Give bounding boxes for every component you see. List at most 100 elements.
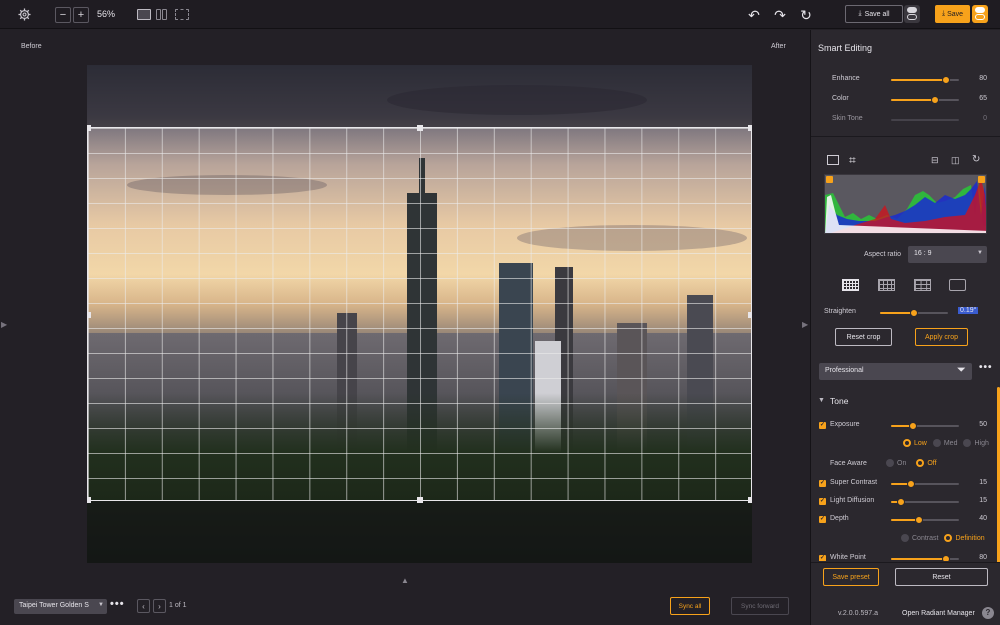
slider-knob[interactable] bbox=[915, 516, 923, 524]
bottom-bar: Taipei Tower Golden S ▼ ••• ‹ › 1 of 1 S… bbox=[0, 594, 810, 625]
crop-handle[interactable] bbox=[748, 312, 752, 318]
download-icon: ⤓ bbox=[941, 10, 946, 17]
chevron-down-icon: ▼ bbox=[977, 250, 983, 256]
aspect-ratio-select[interactable]: 16 : 9 ▼ bbox=[908, 246, 987, 263]
exposure-slider[interactable]: ✓ Exposure 50 bbox=[811, 420, 1000, 432]
more-options-icon[interactable]: ••• bbox=[110, 598, 125, 610]
top-toolbar: − + 56% ↶ ↷ ↻ ⤓ Save all ⤓ Save bbox=[0, 0, 1000, 29]
crop-handle[interactable] bbox=[87, 125, 91, 131]
before-label: Before bbox=[21, 43, 42, 50]
crop-handle[interactable] bbox=[748, 497, 752, 503]
refresh-icon[interactable]: ↻ bbox=[797, 6, 815, 24]
crop-handle[interactable] bbox=[417, 497, 423, 503]
grid-dense-icon[interactable] bbox=[842, 279, 859, 291]
right-panel-toggle-icon[interactable]: ▶ bbox=[802, 320, 808, 329]
save-toggle[interactable] bbox=[972, 5, 988, 23]
left-panel-toggle-icon[interactable]: ▶ bbox=[1, 320, 7, 329]
slider-knob[interactable] bbox=[907, 480, 915, 488]
slider-knob[interactable] bbox=[897, 498, 905, 506]
undo-icon[interactable]: ↶ bbox=[745, 6, 763, 24]
image-icon[interactable] bbox=[827, 155, 839, 165]
checkbox[interactable]: ✓ bbox=[819, 422, 826, 429]
color-slider[interactable]: Color 65 bbox=[811, 94, 1000, 106]
zoom-in-button[interactable]: + bbox=[73, 7, 89, 23]
grid-thirds-icon[interactable] bbox=[914, 279, 931, 291]
crop-handle[interactable] bbox=[87, 497, 91, 503]
radio-contrast[interactable]: Contrast bbox=[901, 534, 938, 542]
after-label: After bbox=[771, 43, 786, 50]
redo-icon[interactable]: ↷ bbox=[771, 6, 789, 24]
save-preset-button[interactable]: Save preset bbox=[823, 568, 879, 586]
sync-all-button[interactable]: Sync all bbox=[670, 597, 710, 615]
white-point-slider[interactable]: ✓ White Point 80 bbox=[811, 553, 1000, 561]
single-view-icon[interactable] bbox=[137, 9, 151, 20]
crop-handle[interactable] bbox=[748, 125, 752, 131]
radio-med[interactable]: Med bbox=[932, 439, 957, 447]
slider-knob[interactable] bbox=[942, 555, 950, 561]
slider-knob[interactable] bbox=[909, 422, 917, 430]
checkbox[interactable]: ✓ bbox=[819, 480, 826, 487]
light-diffusion-slider[interactable]: ✓ Light Diffusion 15 bbox=[811, 496, 1000, 508]
reset-button[interactable]: Reset bbox=[895, 568, 988, 586]
file-select[interactable]: Taipei Tower Golden S ▼ bbox=[14, 599, 107, 614]
version-label: v.2.0.0.597.a bbox=[838, 610, 878, 617]
aspect-ratio-label: Aspect ratio bbox=[864, 251, 901, 258]
enhance-slider[interactable]: Enhance 80 bbox=[811, 74, 1000, 86]
save-all-toggle[interactable] bbox=[904, 5, 920, 23]
sync-forward-button[interactable]: Sync forward bbox=[731, 597, 789, 615]
radio-definition[interactable]: Definition bbox=[944, 534, 985, 542]
slider-knob[interactable] bbox=[931, 96, 939, 104]
reset-crop-button[interactable]: Reset crop bbox=[835, 328, 892, 346]
filter-icon[interactable]: ⏷ bbox=[957, 364, 966, 377]
next-image-button[interactable]: › bbox=[153, 599, 166, 613]
slider-knob[interactable] bbox=[942, 76, 950, 84]
radio-low[interactable]: Low bbox=[903, 439, 927, 447]
face-aware-options: On Off bbox=[886, 459, 937, 467]
zoom-out-button[interactable]: − bbox=[55, 7, 71, 23]
apply-crop-button[interactable]: Apply crop bbox=[915, 328, 968, 346]
chevron-down-icon[interactable]: ▼ bbox=[818, 397, 825, 404]
gear-icon[interactable] bbox=[17, 7, 31, 21]
split-view-right-icon[interactable] bbox=[162, 9, 167, 20]
tone-title[interactable]: Tone bbox=[830, 396, 848, 406]
super-contrast-slider[interactable]: ✓ Super Contrast 15 bbox=[811, 478, 1000, 490]
save-button[interactable]: ⤓ Save bbox=[935, 5, 970, 23]
filmstrip-toggle-icon[interactable]: ▲ bbox=[401, 576, 409, 585]
photo-preview[interactable] bbox=[87, 65, 752, 563]
slider-knob[interactable] bbox=[910, 309, 918, 317]
radio-high[interactable]: High bbox=[963, 439, 989, 447]
crop-handle[interactable] bbox=[87, 312, 91, 318]
split-view-left-icon[interactable] bbox=[156, 9, 161, 20]
help-icon[interactable]: ? bbox=[982, 607, 994, 619]
crop-icon[interactable]: ⌗ bbox=[849, 153, 856, 168]
histogram bbox=[824, 174, 987, 234]
preset-select[interactable]: Professional bbox=[819, 363, 972, 380]
flip-horizontal-icon[interactable]: ◫ bbox=[951, 155, 960, 166]
depth-mode-options: Contrast Definition bbox=[901, 534, 985, 542]
shadow-clip-indicator[interactable] bbox=[826, 176, 833, 183]
crop-handle[interactable] bbox=[417, 125, 423, 131]
straighten-slider[interactable]: Straighten 0.19° bbox=[811, 307, 1000, 319]
exposure-level-options: Low Med High bbox=[903, 439, 989, 447]
download-icon: ⤓ bbox=[858, 10, 862, 17]
zoom-level: 56% bbox=[97, 9, 116, 19]
checkbox[interactable]: ✓ bbox=[819, 498, 826, 505]
image-canvas: Before After ▶ ▶ ▲ bbox=[0, 30, 810, 594]
previous-image-button[interactable]: ‹ bbox=[137, 599, 150, 613]
radio-on[interactable]: On bbox=[886, 459, 906, 467]
skin-tone-slider[interactable]: Skin Tone 0 bbox=[811, 114, 1000, 126]
radio-off[interactable]: Off bbox=[916, 459, 937, 467]
depth-slider[interactable]: ✓ Depth 40 bbox=[811, 514, 1000, 526]
rotate-icon[interactable]: ↻ bbox=[972, 154, 980, 165]
save-all-button[interactable]: ⤓ Save all bbox=[845, 5, 903, 23]
golden-ratio-icon[interactable] bbox=[949, 279, 966, 291]
checkbox[interactable]: ✓ bbox=[819, 516, 826, 523]
flip-vertical-icon[interactable]: ⊟ bbox=[931, 155, 939, 166]
crop-frame[interactable] bbox=[87, 125, 752, 503]
more-options-icon[interactable]: ••• bbox=[979, 362, 993, 373]
grid-quarters-icon[interactable] bbox=[878, 279, 895, 291]
highlight-clip-indicator[interactable] bbox=[978, 176, 985, 183]
open-radiant-manager-link[interactable]: Open Radiant Manager bbox=[902, 610, 975, 617]
compare-view-icon[interactable] bbox=[175, 9, 189, 20]
checkbox[interactable]: ✓ bbox=[819, 555, 826, 561]
